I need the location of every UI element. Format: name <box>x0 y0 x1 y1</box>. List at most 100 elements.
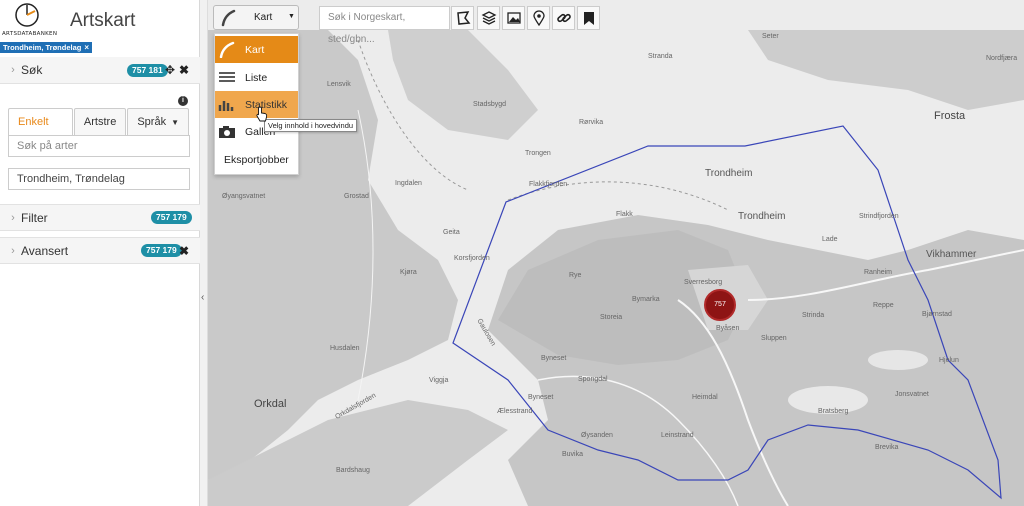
search-section-label: Søk <box>21 63 43 77</box>
map-label: Sluppen <box>761 335 787 342</box>
chevron-right-icon: › <box>11 244 15 257</box>
map-label: Bjørnstad <box>922 311 952 318</box>
info-icon[interactable]: i <box>178 96 188 106</box>
map-canvas <box>208 0 1024 506</box>
polygon-icon <box>456 11 470 25</box>
advanced-section-label: Avansert <box>21 243 69 258</box>
tab-sprak-label: Språk <box>137 116 167 128</box>
search-count-badge: 757 181 <box>127 64 168 77</box>
advanced-count-badge: 757 179 <box>141 244 182 257</box>
map-label: Byneset <box>528 394 554 401</box>
filter-section-label: Filter <box>21 210 48 225</box>
bookmark-icon <box>583 12 594 25</box>
map-label: Lensvik <box>327 81 351 88</box>
link-icon <box>556 13 571 23</box>
map-label: Bardshaug <box>336 467 370 474</box>
observation-cluster[interactable]: 757 <box>704 289 736 321</box>
close-icon[interactable]: × <box>84 42 89 53</box>
map-label: Flakkfjorden <box>529 181 568 188</box>
map-label: Stadsbygd <box>473 101 507 108</box>
place-input[interactable]: Trondheim, Trøndelag <box>8 168 190 190</box>
bar-chart-icon <box>218 101 234 111</box>
sidebar: ARTSDATABANKEN Artskart Trondheim, Trønd… <box>0 0 200 506</box>
caret-down-icon: ▼ <box>171 118 179 127</box>
map-label: Kjøra <box>400 269 417 276</box>
map-label: Korsfjorden <box>454 255 490 262</box>
link-button[interactable] <box>552 6 575 30</box>
logo-text: ARTSDATABANKEN <box>2 31 58 37</box>
map-label: Rørvika <box>579 119 604 126</box>
map-label: Byneset <box>541 355 567 362</box>
map-label: Lade <box>822 236 838 243</box>
search-tabs: Enkelt søk Artstre Språk ▼ <box>8 108 190 154</box>
marker-icon <box>532 10 545 26</box>
map-label: Sverresborg <box>684 279 723 286</box>
layers-button[interactable] <box>477 6 500 30</box>
sidebar-collapse-handle[interactable]: ‹ <box>200 0 208 506</box>
map-label: Leinstrand <box>661 432 694 439</box>
map-label: Jonsvatnet <box>895 391 929 398</box>
map-label: Orkdal <box>254 398 287 410</box>
image-button[interactable] <box>502 6 525 30</box>
image-icon <box>506 12 521 24</box>
chevron-left-icon: ‹ <box>201 292 205 303</box>
species-search-input[interactable]: Søk på arter <box>8 135 190 157</box>
map-label: Øyangsvatnet <box>222 193 266 200</box>
view-menu: Kart Liste Statistikk Galleri Eksportjob… <box>214 33 299 175</box>
map-label: Strinda <box>802 312 825 319</box>
menu-item-label: Liste <box>245 72 268 84</box>
move-icon[interactable]: ✥ <box>165 63 175 77</box>
camera-icon <box>219 126 235 138</box>
map-label: Øysanden <box>581 432 613 439</box>
chevron-right-icon: › <box>11 64 15 76</box>
menu-item-kart[interactable]: Kart <box>215 36 298 63</box>
menu-item-eksportjobber[interactable]: Eksportjobber <box>215 146 298 173</box>
menu-item-liste[interactable]: Liste <box>215 64 298 91</box>
map-label: Hjelun <box>939 357 959 364</box>
caret-down-icon: ▼ <box>288 13 295 20</box>
tab-artstre[interactable]: Artstre <box>73 108 127 136</box>
close-icon[interactable]: ✖ <box>179 244 189 258</box>
filter-count-badge: 757 179 <box>151 211 192 224</box>
map-label: Bymarka <box>632 296 660 303</box>
map-label: Storeia <box>600 314 623 321</box>
view-selector-label: Kart <box>254 12 273 23</box>
map-label: Trondheim <box>738 211 786 222</box>
app-title: Artskart <box>70 10 136 31</box>
bookmark-button[interactable] <box>577 6 600 30</box>
map-label: Heimdal <box>692 394 718 401</box>
area-filter-label: Trondheim, Trøndelag <box>3 43 82 52</box>
close-icon[interactable]: ✖ <box>179 63 189 77</box>
map-label: Nordfjæra <box>986 55 1018 62</box>
artsdatabanken-logo-icon <box>15 3 39 27</box>
map-label: Trongen <box>525 150 551 157</box>
map-label: Buvika <box>562 451 584 458</box>
area-filter-tag[interactable]: Trondheim, Trøndelag × <box>0 42 93 53</box>
map-label: Ingdalen <box>395 180 422 187</box>
map-search-input[interactable]: Søk i Norgeskart, sted/gbn... <box>319 6 450 45</box>
draw-polygon-button[interactable] <box>451 6 474 30</box>
hand-cursor-icon <box>256 106 268 122</box>
map-label: Byåsen <box>716 325 740 332</box>
map-label: Flakk <box>616 211 633 218</box>
map-label: Husdalen <box>330 345 360 352</box>
map-label: Vikhammer <box>926 249 977 260</box>
map-label: Trondheim <box>705 168 753 179</box>
map-label: Ranheim <box>864 269 893 276</box>
map-label: Seter <box>762 33 779 40</box>
map-label: Rye <box>569 272 582 279</box>
layers-icon <box>481 11 496 25</box>
view-selector-button[interactable]: Kart ▼ <box>213 5 299 30</box>
menu-item-label: Kart <box>245 44 265 56</box>
tab-sprak[interactable]: Språk ▼ <box>127 108 189 136</box>
map-label: Viggja <box>429 377 449 384</box>
map-line-icon <box>219 41 235 58</box>
map-label: Frosta <box>934 110 966 122</box>
marker-button[interactable] <box>527 6 550 30</box>
tab-enkelt-sok[interactable]: Enkelt søk <box>8 108 73 154</box>
map-label: Brevika <box>875 444 899 451</box>
map-view[interactable]: Seter Nordfjæra Stranda Lensvik Stadsbyg… <box>208 0 1024 506</box>
tooltip: Velg innhold i hovedvindu <box>264 119 358 132</box>
map-label: Geita <box>443 229 460 236</box>
map-label: Spongdal <box>578 376 608 383</box>
